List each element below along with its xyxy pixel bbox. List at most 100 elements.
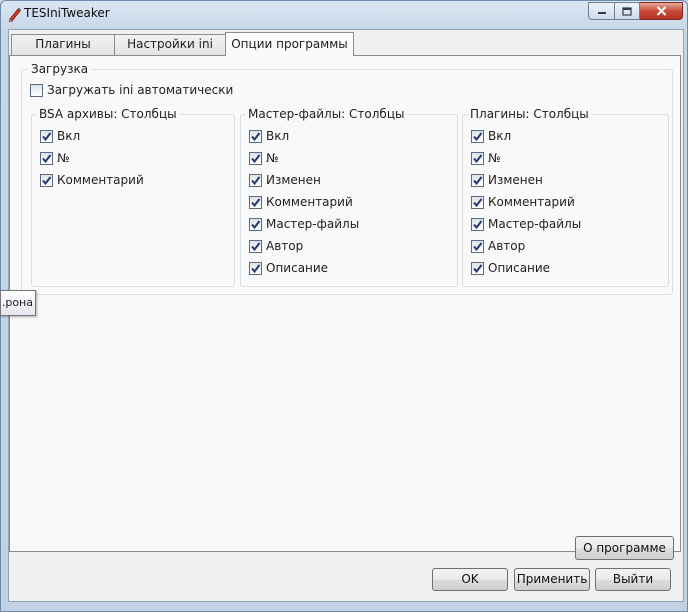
about-button[interactable]: О программе	[575, 536, 674, 560]
plugin-column-label: Изменен	[488, 173, 543, 187]
checkmark-icon	[251, 219, 261, 229]
loading-groupbox: Загрузка Загружать ini автоматически BSA…	[21, 62, 673, 295]
plugin-column-checkbox[interactable]	[471, 173, 484, 187]
master-column-checkbox[interactable]	[249, 217, 262, 231]
master-column-label: Мастер-файлы	[266, 217, 360, 231]
plugin-column-checkbox-row[interactable]: №	[471, 150, 500, 166]
master-column-checkbox-row[interactable]: №	[249, 150, 278, 166]
plugin-column-checkbox[interactable]	[471, 217, 484, 231]
checkmark-icon	[42, 175, 52, 185]
plugin-column-checkbox-row[interactable]: Изменен	[471, 172, 543, 188]
master-column-checkbox-row[interactable]: Изменен	[249, 172, 321, 188]
bsa-column-checkbox[interactable]	[40, 173, 53, 187]
bsa-column-checkbox[interactable]	[40, 129, 53, 143]
tooltip-fragment: рона.	[0, 290, 36, 316]
checkmark-icon	[473, 219, 483, 229]
bsa-column-checkbox-row[interactable]: №	[40, 150, 69, 166]
tab-ini-settings-label: Настройки ini	[127, 37, 213, 51]
bsa-column-checkbox-row[interactable]: Комментарий	[40, 172, 144, 188]
bsa-column-label: Комментарий	[57, 173, 144, 187]
auto-load-label: Загружать ini автоматически	[47, 83, 234, 97]
master-column-checkbox[interactable]	[249, 173, 262, 187]
plugin-column-checkbox[interactable]	[471, 261, 484, 275]
plugin-column-label: Вкл	[488, 129, 512, 143]
caption-buttons	[588, 2, 683, 20]
minimize-button[interactable]	[588, 2, 614, 20]
plugin-columns-title: Плагины: Столбцы	[467, 107, 592, 121]
plugin-column-checkbox[interactable]	[471, 239, 484, 253]
auto-load-checkbox[interactable]	[30, 83, 43, 97]
bsa-column-checkbox[interactable]	[40, 151, 53, 165]
plugin-column-label: Описание	[488, 261, 551, 275]
master-column-checkbox-row[interactable]: Автор	[249, 238, 303, 254]
checkmark-icon	[473, 263, 483, 273]
checkmark-icon	[251, 153, 261, 163]
master-column-label: Изменен	[266, 173, 321, 187]
checkmark-icon	[42, 153, 52, 163]
master-column-label: Описание	[266, 261, 329, 275]
bsa-columns-title: BSA архивы: Столбцы	[36, 107, 180, 121]
master-columns-title: Мастер-файлы: Столбцы	[245, 107, 408, 121]
plugin-column-checkbox[interactable]	[471, 195, 484, 209]
close-button[interactable]	[640, 2, 683, 20]
checkmark-icon	[42, 131, 52, 141]
master-column-checkbox-row[interactable]: Мастер-файлы	[249, 216, 359, 232]
tab-plugins-label: Плагины	[35, 37, 91, 51]
program-options-panel: Загрузка Загружать ini автоматически BSA…	[9, 55, 681, 560]
plugin-column-checkbox[interactable]	[471, 129, 484, 143]
checkmark-icon	[473, 131, 483, 141]
minimize-icon	[597, 12, 606, 14]
plugin-column-checkbox-row[interactable]: Описание	[471, 260, 550, 276]
app-window: TESIniTweaker Плагины Настройки ini Опци…	[0, 0, 688, 612]
bsa-column-label: №	[57, 151, 70, 165]
master-column-checkbox[interactable]	[249, 261, 262, 275]
exit-button[interactable]: Выйти	[595, 568, 671, 591]
auto-load-checkbox-row[interactable]: Загружать ini автоматически	[30, 82, 233, 98]
master-column-label: Комментарий	[266, 195, 353, 209]
checkmark-icon	[251, 241, 261, 251]
bsa-column-label: Вкл	[57, 129, 81, 143]
checkmark-icon	[473, 241, 483, 251]
apply-button[interactable]: Применить	[514, 568, 590, 591]
tab-program-options[interactable]: Опции программы	[225, 32, 354, 56]
checkmark-icon	[251, 263, 261, 273]
pen-icon	[8, 7, 22, 22]
master-columns-groupbox: Мастер-файлы: Столбцы Вкл № Изменен Коммент…	[240, 107, 458, 287]
plugin-column-checkbox[interactable]	[471, 151, 484, 165]
tab-ini-settings[interactable]: Настройки ini	[114, 34, 226, 55]
master-column-checkbox[interactable]	[249, 239, 262, 253]
plugin-column-checkbox-row[interactable]: Комментарий	[471, 194, 575, 210]
plugin-column-checkbox-row[interactable]: Мастер-файлы	[471, 216, 581, 232]
master-column-checkbox-row[interactable]: Вкл	[249, 128, 289, 144]
close-icon	[656, 6, 666, 16]
plugin-column-label: №	[488, 151, 501, 165]
tab-plugins[interactable]: Плагины	[11, 34, 115, 55]
checkmark-icon	[251, 175, 261, 185]
master-column-checkbox[interactable]	[249, 195, 262, 209]
plugin-column-label: Мастер-файлы	[488, 217, 582, 231]
maximize-icon	[622, 6, 632, 16]
maximize-button[interactable]	[614, 2, 640, 20]
master-column-label: №	[266, 151, 279, 165]
master-column-checkbox[interactable]	[249, 129, 262, 143]
checkmark-icon	[251, 197, 261, 207]
bsa-column-checkbox-row[interactable]: Вкл	[40, 128, 80, 144]
title-bar[interactable]: TESIniTweaker	[1, 1, 687, 29]
master-column-checkbox[interactable]	[249, 151, 262, 165]
master-column-checkbox-row[interactable]: Описание	[249, 260, 328, 276]
ok-button[interactable]: OK	[432, 568, 508, 591]
plugin-column-checkbox-row[interactable]: Автор	[471, 238, 525, 254]
checkmark-icon	[473, 197, 483, 207]
master-column-checkbox-row[interactable]: Комментарий	[249, 194, 353, 210]
checkmark-icon	[473, 153, 483, 163]
window-title: TESIniTweaker	[24, 6, 110, 20]
plugin-column-label: Комментарий	[488, 195, 575, 209]
window-client-area: Плагины Настройки ini Опции программы За…	[8, 29, 684, 602]
master-column-label: Вкл	[266, 129, 290, 143]
plugin-column-label: Автор	[488, 239, 526, 253]
loading-group-title: Загрузка	[28, 62, 92, 76]
plugin-column-checkbox-row[interactable]: Вкл	[471, 128, 511, 144]
tab-program-options-label: Опции программы	[231, 37, 348, 51]
checkmark-icon	[251, 131, 261, 141]
checkmark-icon	[473, 175, 483, 185]
